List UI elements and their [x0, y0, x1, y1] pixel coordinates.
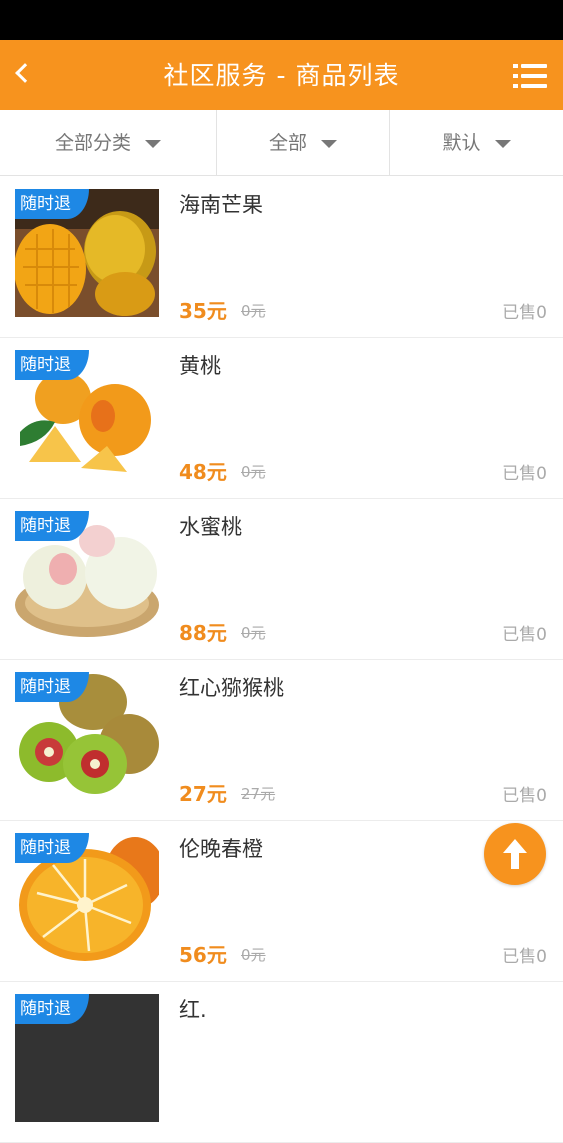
sold-count: 已售0 [502, 947, 547, 967]
category-filter-label: 全部分类 [54, 132, 131, 154]
scope-filter[interactable]: 全部 [217, 110, 389, 175]
return-badge: 随时退 [15, 511, 89, 541]
caret-down-icon [321, 139, 337, 148]
sort-filter-label: 默认 [442, 132, 481, 154]
original-price: 0元 [241, 302, 266, 320]
product-image-kiwi: 随时退 [15, 672, 159, 800]
product-name: 红心猕猴桃 [179, 676, 284, 700]
original-price: 0元 [241, 624, 266, 642]
chevron-left-icon [15, 63, 35, 83]
product-name: 伦晚春橙 [179, 837, 263, 861]
original-price: 27元 [241, 785, 276, 803]
caret-down-icon [494, 139, 511, 148]
product-name: 黄桃 [179, 354, 221, 378]
return-badge: 随时退 [15, 833, 89, 863]
return-badge: 随时退 [15, 189, 89, 219]
product-price: 88元 [179, 621, 227, 645]
product-price: 35元 [179, 299, 227, 323]
product-image-yellow-peach: 随时退 [15, 350, 159, 478]
arrow-up-icon [503, 839, 527, 869]
app-header: 社区服务 - 商品列表 [0, 40, 563, 110]
sold-count: 已售0 [502, 303, 547, 323]
product-item[interactable]: 随时退 伦晚春橙 56元 0元 已售0 [0, 821, 563, 982]
category-filter[interactable]: 全部分类 [0, 110, 216, 175]
product-item[interactable]: 随时退 黄桃 48元 0元 已售0 [0, 338, 563, 499]
sort-filter[interactable]: 默认 [390, 110, 563, 175]
sold-count: 已售0 [502, 786, 547, 806]
product-name: 红. [179, 998, 207, 1022]
back-button[interactable] [0, 40, 60, 110]
product-item[interactable]: 随时退 红心猕猴桃 27元 27元 已售0 [0, 660, 563, 821]
product-image: 随时退 [15, 994, 159, 1122]
product-price: 48元 [179, 460, 227, 484]
product-name: 水蜜桃 [179, 515, 242, 539]
product-item[interactable]: 随时退 红. [0, 982, 563, 1143]
sold-count: 已售0 [502, 464, 547, 484]
back-to-top-button[interactable] [484, 823, 546, 885]
filter-bar: 全部分类 全部 默认 [0, 110, 563, 176]
page-title: 社区服务 - 商品列表 [163, 61, 400, 90]
status-bar [0, 0, 563, 40]
product-list: 随时退 海南芒果 35元 0元 已售0 随时退 黄桃 48元 0元 已售0 随时… [0, 177, 563, 1143]
product-item[interactable]: 随时退 水蜜桃 88元 0元 已售0 [0, 499, 563, 660]
return-badge: 随时退 [15, 672, 89, 702]
product-image-mango: 随时退 [15, 189, 159, 317]
original-price: 0元 [241, 463, 266, 481]
product-name: 海南芒果 [179, 193, 263, 217]
product-price: 56元 [179, 943, 227, 967]
caret-down-icon [145, 139, 161, 148]
scope-filter-label: 全部 [268, 132, 307, 154]
sold-count: 已售0 [502, 625, 547, 645]
original-price: 0元 [241, 946, 266, 964]
menu-button[interactable] [513, 62, 547, 90]
return-badge: 随时退 [15, 994, 89, 1024]
product-image-honey-peach: 随时退 [15, 511, 159, 639]
product-price: 27元 [179, 782, 227, 806]
product-image-orange: 随时退 [15, 833, 159, 961]
return-badge: 随时退 [15, 350, 89, 380]
product-item[interactable]: 随时退 海南芒果 35元 0元 已售0 [0, 177, 563, 338]
